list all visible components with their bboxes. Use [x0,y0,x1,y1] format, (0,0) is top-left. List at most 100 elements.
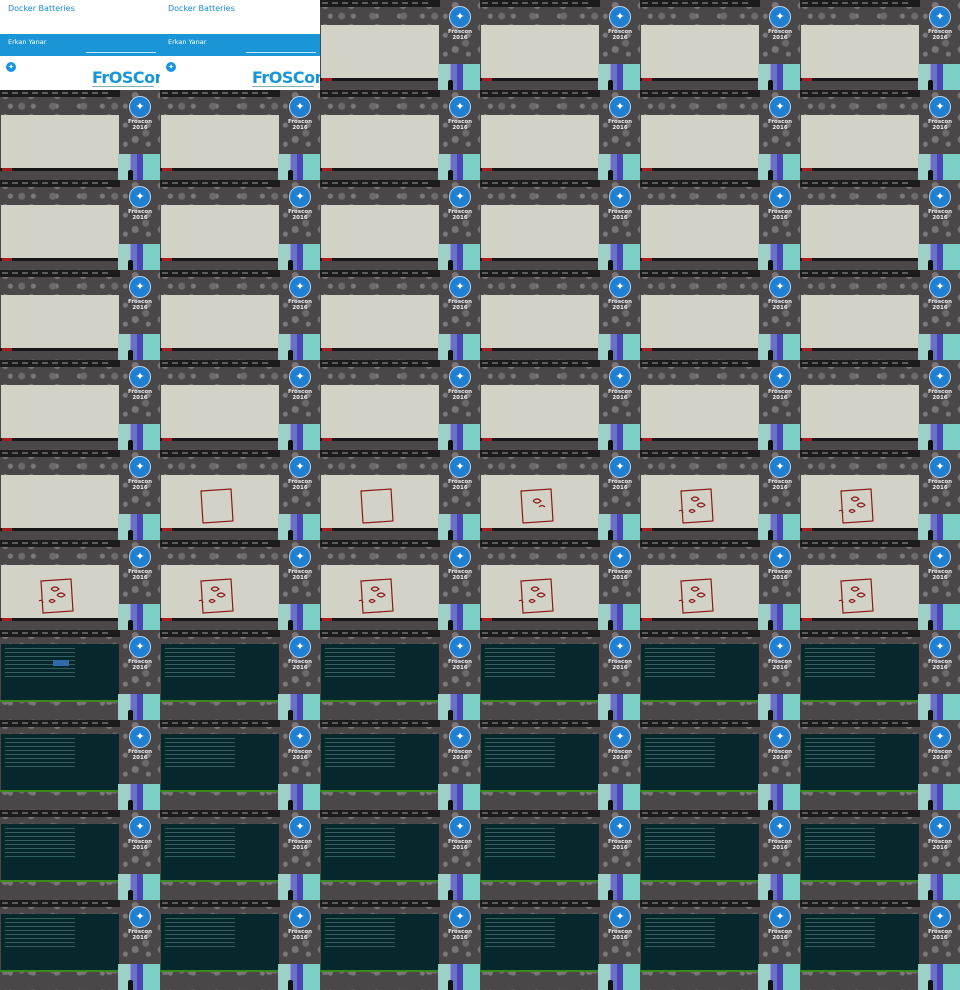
window-titlebar [160,900,280,907]
terminal-text [165,648,235,678]
overlay-brand: Froscon 2016 [127,479,153,491]
video-thumbnail[interactable]: ✦ Froscon 2016 [320,450,480,540]
taskbar [0,438,120,441]
video-thumbnail[interactable]: ✦ Froscon 2016 [800,900,960,990]
taskbar [800,348,920,351]
video-thumbnail[interactable]: ✦ Froscon 2016 [640,0,800,90]
video-thumbnail[interactable]: ✦ Froscon 2016 [320,270,480,360]
video-thumbnail[interactable]: ✦ Froscon 2016 [640,270,800,360]
froscon-logo-icon: ✦ [129,186,151,208]
video-thumbnail[interactable]: ✦ Froscon 2016 [320,720,480,810]
video-thumbnail[interactable]: ✦ Froscon 2016 [160,900,320,990]
presentation-slide [641,295,759,348]
video-thumbnail[interactable]: ✦ Froscon 2016 [480,720,640,810]
video-thumbnail[interactable]: ✦ Froscon 2016 [480,0,640,90]
title-card-thumbnail[interactable]: Docker Batteries Erkan Yanar ✦ FrOSCon [160,0,320,90]
video-thumbnail[interactable]: ✦ Froscon 2016 [480,270,640,360]
title-card-thumbnail[interactable]: Docker Batteries Erkan Yanar ✦ FrOSCon [0,0,160,90]
window-titlebar [640,900,760,907]
video-thumbnail[interactable]: ✦ Froscon 2016 [480,90,640,180]
overlay-brand: Froscon 2016 [607,839,633,851]
video-thumbnail[interactable]: ✦ Froscon 2016 [640,90,800,180]
video-thumbnail[interactable]: ✦ Froscon 2016 [480,450,640,540]
video-thumbnail[interactable]: ✦ Froscon 2016 [640,360,800,450]
video-thumbnail[interactable]: ✦ Froscon 2016 [160,360,320,450]
video-thumbnail[interactable]: ✦ Froscon 2016 [0,720,160,810]
video-thumbnail[interactable]: ✦ Froscon 2016 [0,630,160,720]
video-thumbnail[interactable]: ✦ Froscon 2016 [0,810,160,900]
video-thumbnail[interactable]: ✦ Froscon 2016 [160,540,320,630]
video-thumbnail[interactable]: ✦ Froscon 2016 [160,810,320,900]
video-thumbnail[interactable]: ✦ Froscon 2016 [800,810,960,900]
video-thumbnail[interactable]: ✦ Froscon 2016 [320,810,480,900]
froscon-logo-icon: ✦ [129,636,151,658]
video-thumbnail[interactable]: ✦ Froscon 2016 [480,360,640,450]
video-thumbnail[interactable]: ✦ Froscon 2016 [320,0,480,90]
froscon-logo-icon: ✦ [609,546,631,568]
video-thumbnail[interactable]: ✦ Froscon 2016 [640,630,800,720]
video-thumbnail[interactable]: ✦ Froscon 2016 [320,90,480,180]
video-thumbnail[interactable]: ✦ Froscon 2016 [800,270,960,360]
video-thumbnail[interactable]: ✦ Froscon 2016 [320,630,480,720]
froscon-logo-icon: ✦ [769,816,791,838]
video-thumbnail[interactable]: ✦ Froscon 2016 [160,90,320,180]
video-thumbnail[interactable]: ✦ Froscon 2016 [640,180,800,270]
video-thumbnail[interactable]: ✦ Froscon 2016 [480,630,640,720]
speaker-camera-inset [438,334,480,360]
video-thumbnail[interactable]: ✦ Froscon 2016 [0,270,160,360]
video-thumbnail[interactable]: ✦ Froscon 2016 [800,630,960,720]
video-thumbnail[interactable]: ✦ Froscon 2016 [0,180,160,270]
video-thumbnail[interactable]: ✦ Froscon 2016 [480,900,640,990]
video-thumbnail[interactable]: ✦ Froscon 2016 [640,900,800,990]
video-thumbnail[interactable]: ✦ Froscon 2016 [320,540,480,630]
video-thumbnail[interactable]: ✦ Froscon 2016 [0,540,160,630]
video-thumbnail[interactable]: ✦ Froscon 2016 [640,810,800,900]
video-thumbnail[interactable]: ✦ Froscon 2016 [160,270,320,360]
speaker-camera-inset [918,424,960,450]
video-thumbnail[interactable]: ✦ Froscon 2016 [480,540,640,630]
video-thumbnail[interactable]: ✦ Froscon 2016 [800,180,960,270]
video-thumbnail[interactable]: ✦ Froscon 2016 [480,180,640,270]
video-thumbnail[interactable]: ✦ Froscon 2016 [800,90,960,180]
video-thumbnail[interactable]: ✦ Froscon 2016 [800,360,960,450]
video-thumbnail[interactable]: ✦ Froscon 2016 [640,540,800,630]
overlay-brand: Froscon 2016 [607,119,633,131]
talk-title: Docker Batteries [168,4,235,13]
video-thumbnail[interactable]: ✦ Froscon 2016 [800,450,960,540]
hand-drawing [838,578,874,614]
video-thumbnail[interactable]: ✦ Froscon 2016 [640,450,800,540]
froscon-logo-icon: ✦ [609,186,631,208]
video-thumbnail[interactable]: ✦ Froscon 2016 [0,450,160,540]
video-thumbnail[interactable]: ✦ Froscon 2016 [0,90,160,180]
video-thumbnail[interactable]: ✦ Froscon 2016 [800,720,960,810]
video-thumbnail[interactable]: ✦ Froscon 2016 [0,360,160,450]
video-thumbnail[interactable]: ✦ Froscon 2016 [800,540,960,630]
video-thumbnail[interactable]: ✦ Froscon 2016 [320,900,480,990]
window-titlebar [160,630,280,637]
overlay-brand: Froscon 2016 [127,209,153,221]
window-titlebar [640,90,760,97]
presentation-slide [1,205,119,258]
video-thumbnail[interactable]: ✦ Froscon 2016 [160,630,320,720]
video-thumbnail[interactable]: ✦ Froscon 2016 [320,180,480,270]
video-thumbnail[interactable]: ✦ Froscon 2016 [640,720,800,810]
taskbar [0,348,120,351]
window-titlebar [0,810,120,817]
terminal-screen [321,824,439,880]
video-thumbnail[interactable]: ✦ Froscon 2016 [320,360,480,450]
speaker-camera-inset [118,244,160,270]
taskbar [800,790,920,792]
taskbar [320,700,440,702]
speaker-camera-inset [918,694,960,720]
video-thumbnail[interactable]: ✦ Froscon 2016 [160,450,320,540]
video-thumbnail[interactable]: ✦ Froscon 2016 [0,900,160,990]
presentation-slide [481,295,599,348]
froscon-logo-icon: ✦ [929,636,951,658]
video-thumbnail[interactable]: ✦ Froscon 2016 [160,180,320,270]
video-thumbnail[interactable]: ✦ Froscon 2016 [800,0,960,90]
video-thumbnail[interactable]: ✦ Froscon 2016 [480,810,640,900]
brand-subtitle-line [252,86,314,87]
video-thumbnail[interactable]: ✦ Froscon 2016 [160,720,320,810]
froscon-logo-icon: ✦ [929,456,951,478]
terminal-text [165,738,235,768]
